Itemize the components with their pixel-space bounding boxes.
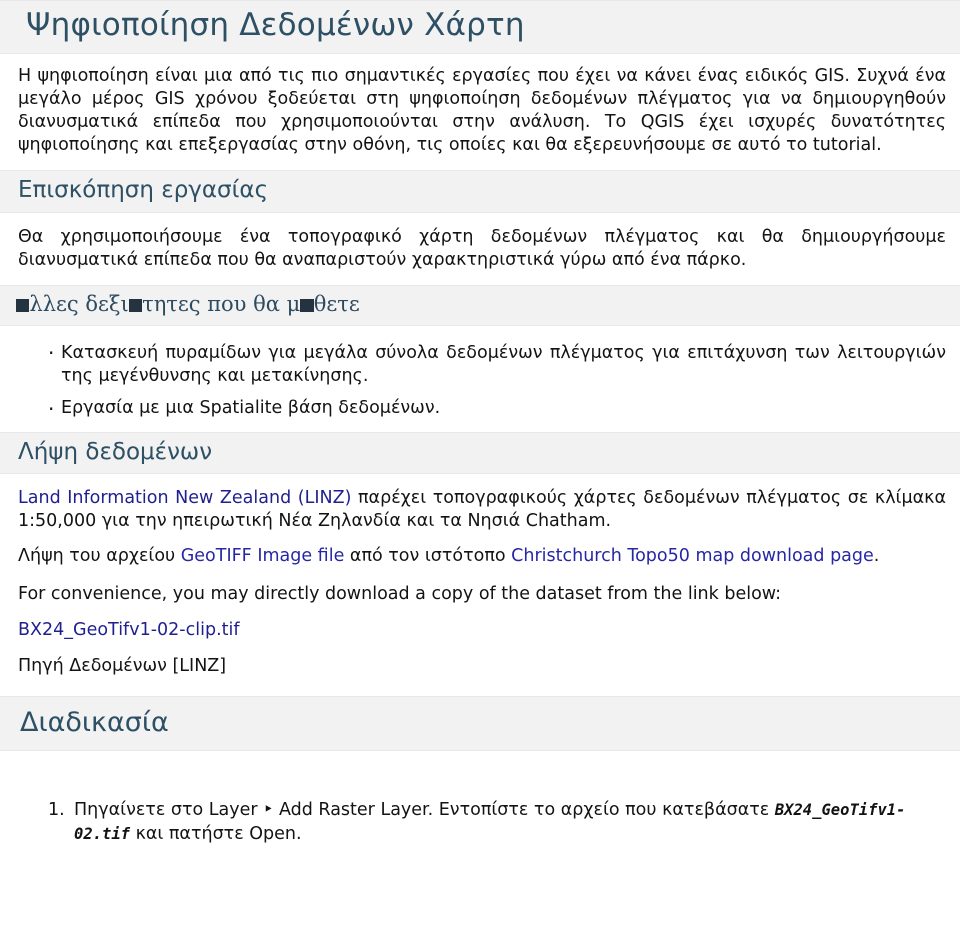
- document-title-band: Ψηφιοποίηση Δεδομένων Χάρτη: [0, 0, 960, 54]
- procedure-heading-band: Διαδικασία: [0, 695, 960, 752]
- skills-heading-part-a: λλες δεξι: [29, 292, 129, 317]
- skills-heading-part-b: τητες που θα μ: [142, 292, 301, 317]
- data-source-note: Πηγή Δεδομένων [LINZ]: [18, 656, 227, 677]
- overview-heading-band: Επισκόπηση εργασίας: [0, 170, 960, 214]
- linz-link[interactable]: Land Information New Zealand (LINZ): [18, 488, 351, 508]
- christchurch-topo50-link[interactable]: Christchurch Topo50 map download page: [511, 546, 874, 566]
- skills-heading-part-c: θετε: [313, 292, 360, 317]
- geotiff-middle: από τον ιστότοπο: [344, 545, 512, 566]
- list-item: Πηγαίνετε στο Layer ‣ Add Raster Layer. …: [48, 799, 950, 846]
- overview-heading: Επισκόπηση εργασίας: [18, 177, 269, 204]
- step-text-before: Πηγαίνετε στο Layer ‣ Add Raster Layer. …: [74, 800, 775, 821]
- convenience-note: For convenience, you may directly downlo…: [18, 583, 782, 604]
- list-item: Εργασία με μια Spatialite βάση δεδομένων…: [48, 396, 946, 423]
- skills-heading: λλες δεξι τητες που θα μ θετε: [0, 286, 960, 324]
- skills-list: Κατασκευή πυραμίδων για μεγάλα σύνολα δε…: [0, 326, 960, 423]
- page-title: Ψηφιοποίηση Δεδομένων Χάρτη: [26, 7, 525, 43]
- procedure-heading: Διαδικασία: [20, 706, 169, 738]
- geotiff-suffix: .: [873, 545, 880, 566]
- skills-heading-band: λλες δεξι τητες που θα μ θετε: [0, 285, 960, 326]
- missing-glyph-box-icon: [300, 298, 314, 312]
- step-text-after: και πατήστε Open.: [130, 823, 302, 844]
- geotiff-prefix: Λήψη του αρχείου: [18, 545, 181, 566]
- document-page: Ψηφιοποίηση Δεδομένων Χάρτη Η ψηφιοποίησ…: [0, 0, 960, 932]
- linz-paragraph: Land Information New Zealand (LINZ) παρέ…: [0, 474, 960, 535]
- geotiff-image-file-link[interactable]: GeoTIFF Image file: [181, 546, 345, 566]
- data-download-heading: Λήψη δεδομένων: [18, 438, 213, 465]
- intro-paragraph: Η ψηφιοποίηση είναι μια από τις πιο σημα…: [18, 65, 946, 156]
- missing-glyph-box-icon: [16, 298, 30, 312]
- data-download-heading-band: Λήψη δεδομένων: [0, 431, 960, 475]
- procedure-steps: Πηγαίνετε στο Layer ‣ Add Raster Layer. …: [0, 751, 960, 846]
- geotiff-paragraph: Λήψη του αρχείου GeoTIFF Image file από …: [0, 536, 960, 570]
- dataset-link-paragraph: BX24_GeoTifv1-02-clip.tif: [0, 606, 960, 642]
- dataset-download-link[interactable]: BX24_GeoTifv1-02-clip.tif: [18, 620, 240, 640]
- missing-glyph-box-icon: [128, 298, 142, 312]
- overview-paragraph: Θα χρησιμοποιήσουμε ένα τοπογραφικό χάρτ…: [18, 227, 946, 271]
- list-item: Κατασκευή πυραμίδων για μεγάλα σύνολα δε…: [48, 340, 946, 389]
